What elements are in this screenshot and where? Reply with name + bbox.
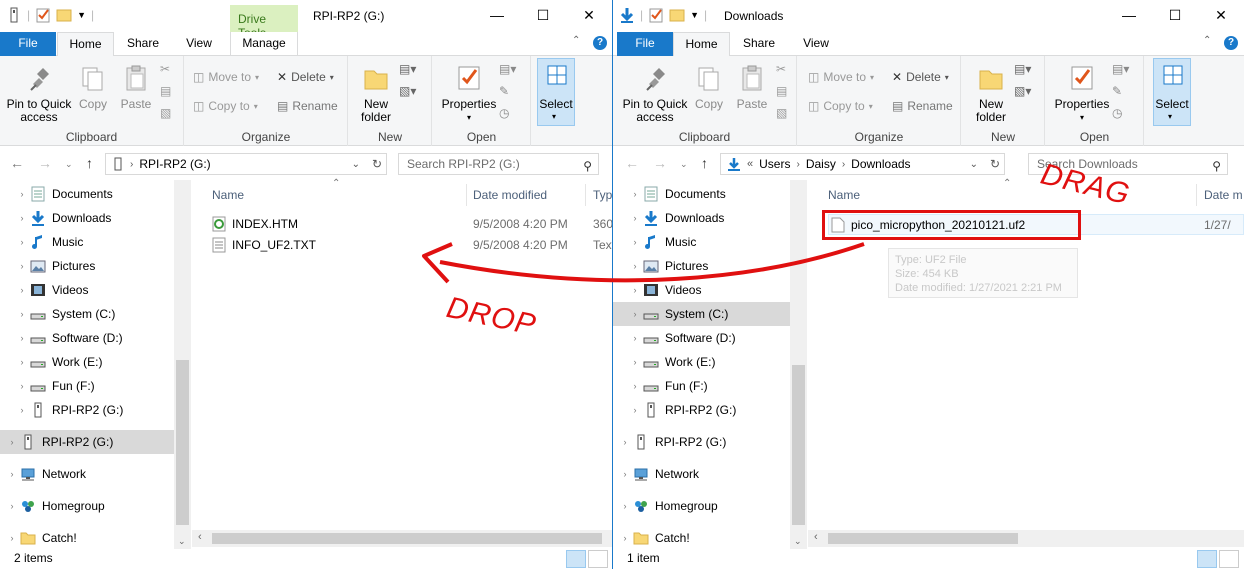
drag-arrow (439, 242, 865, 283)
drag-arrow-overlay (422, 242, 865, 284)
